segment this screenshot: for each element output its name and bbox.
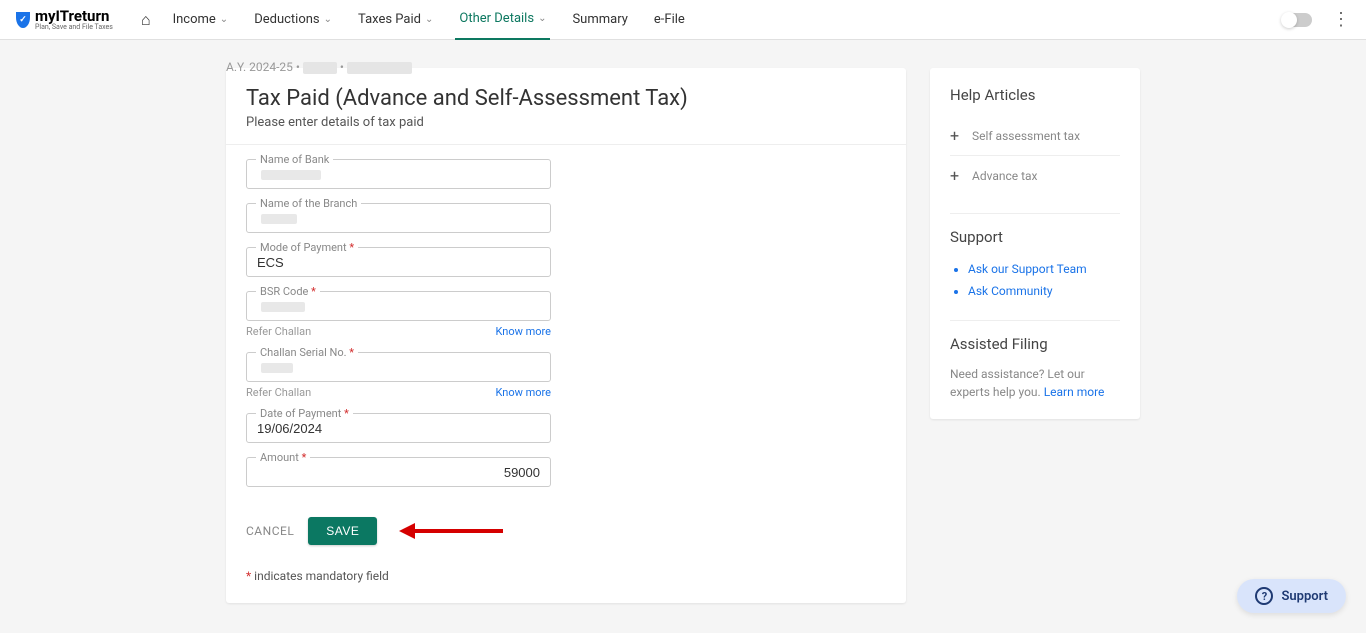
save-button[interactable]: SAVE: [308, 517, 377, 545]
breadcrumb-redacted: [347, 62, 412, 74]
support-link-team[interactable]: Ask our Support Team: [968, 258, 1120, 280]
question-icon: ?: [1255, 587, 1273, 605]
brand-logo[interactable]: myITreturn Plan, Save and File Taxes: [16, 9, 113, 31]
label-bank: Name of Bank: [256, 153, 333, 166]
shield-icon: [16, 12, 30, 28]
plus-icon: +: [950, 126, 962, 145]
field-bsr: BSR Code * Refer Challan Know more: [246, 291, 551, 338]
tax-paid-card: Tax Paid (Advance and Self-Assessment Ta…: [226, 68, 906, 603]
learn-more-link[interactable]: Learn more: [1044, 385, 1105, 399]
mandatory-note: * indicates mandatory field: [246, 569, 886, 583]
form-actions: CANCEL SAVE: [246, 517, 886, 545]
main-nav: ⌂ Income⌄ Deductions⌄ Taxes Paid⌄ Other …: [141, 0, 689, 40]
brand-name: myITreturn: [35, 9, 113, 24]
chevron-down-icon: ⌄: [425, 14, 433, 25]
kebab-menu-icon[interactable]: ⋮: [1332, 9, 1350, 30]
helper-challan: Refer Challan: [246, 386, 311, 399]
nav-efile[interactable]: e-File: [650, 0, 689, 40]
page-title: Tax Paid (Advance and Self-Assessment Ta…: [246, 86, 886, 111]
field-amount: Amount *: [246, 457, 551, 487]
plus-icon: +: [950, 166, 962, 185]
breadcrumb-redacted: [303, 62, 337, 74]
know-more-bsr[interactable]: Know more: [496, 325, 552, 338]
label-amount: Amount *: [256, 451, 310, 464]
breadcrumb-year: A.Y. 2024-25: [226, 60, 293, 74]
chevron-down-icon: ⌄: [324, 14, 332, 25]
label-date: Date of Payment *: [256, 407, 353, 420]
assisted-text: Need assistance? Let our experts help yo…: [950, 365, 1120, 401]
nav-income[interactable]: Income⌄: [169, 0, 233, 40]
chevron-down-icon: ⌄: [220, 14, 228, 25]
support-fab[interactable]: ? Support: [1237, 579, 1346, 613]
label-branch: Name of the Branch: [256, 197, 361, 210]
toggle-switch[interactable]: [1282, 13, 1312, 27]
annotation-arrow: [399, 523, 503, 539]
field-date: Date of Payment *: [246, 413, 551, 443]
home-icon[interactable]: ⌂: [141, 10, 151, 30]
nav-taxes-paid[interactable]: Taxes Paid⌄: [354, 0, 437, 40]
support-link-community[interactable]: Ask Community: [968, 280, 1120, 302]
helper-bsr: Refer Challan: [246, 325, 311, 338]
label-bsr: BSR Code *: [256, 285, 320, 298]
nav-summary[interactable]: Summary: [568, 0, 631, 40]
support-title: Support: [950, 228, 1120, 246]
breadcrumb: A.Y. 2024-25 • •: [226, 44, 906, 82]
chevron-down-icon: ⌄: [538, 13, 546, 24]
topbar: myITreturn Plan, Save and File Taxes ⌂ I…: [0, 0, 1366, 40]
cancel-button[interactable]: CANCEL: [246, 524, 294, 538]
page-subtitle: Please enter details of tax paid: [246, 115, 886, 130]
field-challan: Challan Serial No. * Refer Challan Know …: [246, 352, 551, 399]
label-challan: Challan Serial No. *: [256, 346, 358, 359]
help-item-self-assessment[interactable]: + Self assessment tax: [950, 116, 1120, 156]
label-mode: Mode of Payment *: [256, 241, 358, 254]
assisted-title: Assisted Filing: [950, 335, 1120, 353]
field-branch: Name of the Branch: [246, 203, 551, 233]
help-item-advance-tax[interactable]: + Advance tax: [950, 156, 1120, 195]
nav-other-details[interactable]: Other Details⌄: [455, 0, 550, 40]
sidebar-card: Help Articles + Self assessment tax + Ad…: [930, 68, 1140, 419]
help-articles-title: Help Articles: [950, 86, 1120, 104]
know-more-challan[interactable]: Know more: [496, 386, 552, 399]
brand-tagline: Plan, Save and File Taxes: [35, 24, 113, 31]
nav-deductions[interactable]: Deductions⌄: [250, 0, 336, 40]
field-mode: Mode of Payment *: [246, 247, 551, 277]
field-bank: Name of Bank: [246, 159, 551, 189]
